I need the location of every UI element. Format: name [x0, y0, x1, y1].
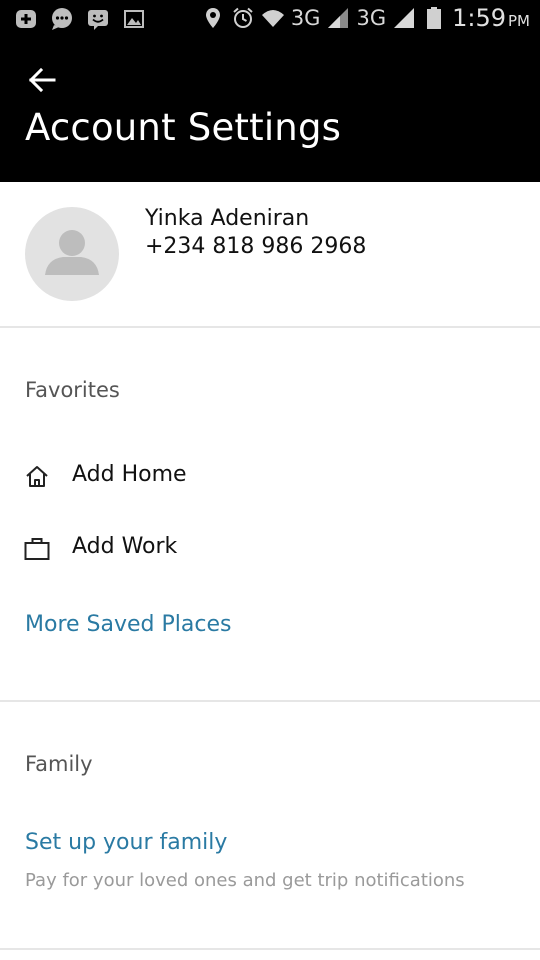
message-smiley-icon [88, 10, 108, 30]
battery-icon [427, 7, 442, 29]
status-bar: 3G 3G 1:59 PM [0, 0, 540, 38]
app-header: Account Settings [0, 38, 540, 182]
chat-bubble-icon [52, 8, 72, 30]
favorites-heading: Favorites [25, 378, 120, 402]
alarm-icon [233, 7, 253, 28]
account-settings-screen: 3G 3G 1:59 PM Account Settings Yinka Ade… [0, 0, 540, 960]
divider [0, 948, 540, 950]
status-ampm: PM [508, 12, 530, 30]
wifi-icon [261, 10, 284, 27]
avatar[interactable] [25, 207, 119, 301]
add-work-row[interactable]: Add Work [0, 520, 540, 580]
profile-section[interactable]: Yinka Adeniran +234 818 986 2968 [0, 182, 540, 327]
divider [0, 326, 540, 328]
status-time-wrap: 1:59 PM [452, 4, 530, 32]
location-icon [205, 8, 220, 28]
profile-phone: +234 818 986 2968 [145, 234, 367, 259]
network-type-2: 3G [356, 6, 387, 30]
image-icon [124, 10, 144, 28]
status-time: 1:59 [452, 4, 506, 32]
setup-family-link[interactable]: Set up your family [25, 830, 227, 855]
profile-name: Yinka Adeniran [145, 206, 310, 231]
divider [0, 700, 540, 702]
signal-icon-1 [328, 8, 349, 28]
add-home-row[interactable]: Add Home [0, 448, 540, 508]
add-work-label: Add Work [72, 534, 178, 559]
family-description: Pay for your loved ones and get trip not… [25, 870, 465, 891]
home-icon [26, 466, 48, 487]
page-title: Account Settings [25, 106, 342, 149]
signal-icon-2 [394, 8, 415, 28]
default-user-icon [45, 230, 99, 275]
more-saved-places-link[interactable]: More Saved Places [25, 612, 231, 637]
system-status: 3G 3G 1:59 PM [201, 4, 530, 32]
network-type-1: 3G [290, 6, 321, 30]
add-notification-icon [16, 10, 36, 28]
family-heading: Family [25, 752, 93, 776]
add-home-label: Add Home [72, 462, 187, 487]
briefcase-icon [24, 538, 50, 560]
back-arrow-icon[interactable] [24, 62, 60, 98]
notification-icons [14, 7, 146, 31]
